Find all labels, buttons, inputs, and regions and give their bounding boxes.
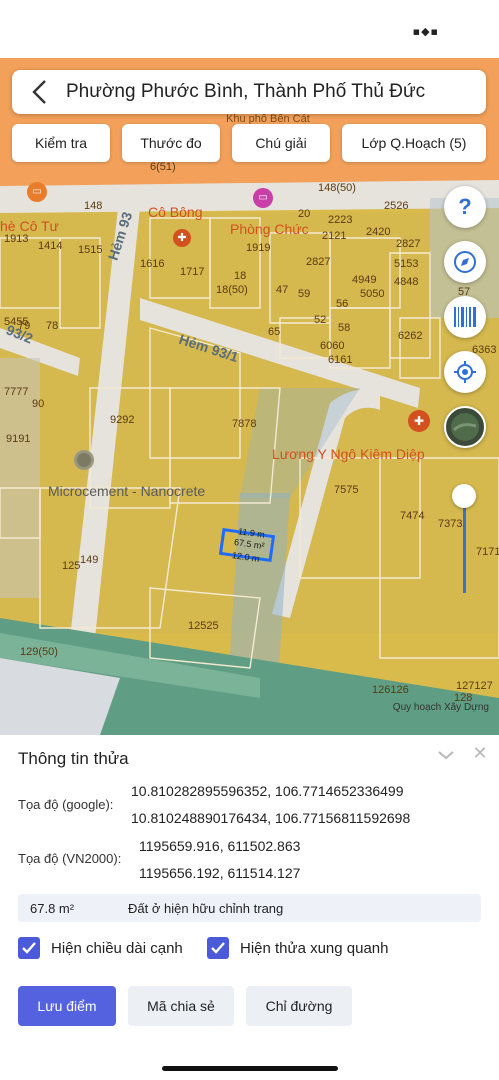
show-edge-length-checkbox[interactable]: [18, 937, 40, 959]
google-coords-2: 10.810248890176434, 106.77156811592698: [131, 810, 411, 826]
parcel-number: 129(50): [20, 646, 58, 658]
parcel-number: 7171: [476, 546, 499, 558]
parcel-number: 79: [18, 320, 31, 332]
parcel-number: 59: [298, 288, 311, 300]
parcel-number: 2223: [328, 214, 353, 226]
parcel-number: 9292: [110, 414, 135, 426]
parcel-number: 148(50): [318, 182, 356, 194]
close-icon[interactable]: ✕: [470, 743, 490, 763]
parcel-number: 90: [32, 398, 45, 410]
vn2000-coords-2: 1195656.192, 611514.127: [139, 865, 301, 881]
building-pin-icon[interactable]: ▭: [253, 188, 273, 208]
parcel-number: 125: [62, 560, 81, 572]
show-neighbors-label: Hiện thửa xung quanh: [240, 940, 389, 957]
show-edge-length-label: Hiện chiều dài cạnh: [51, 940, 183, 957]
poi-phong-chuc[interactable]: Phòng Chức: [230, 221, 309, 237]
locate-icon[interactable]: [444, 351, 486, 393]
parcel-number: 1414: [38, 240, 63, 252]
status-icons: ▪◆▪: [412, 25, 439, 38]
location-title: Phường Phước Bình, Thành Phố Thủ Đức: [66, 81, 426, 102]
parcel-number: 1913: [4, 233, 29, 245]
parcel-number: 52: [314, 314, 327, 326]
parcel-number: 65: [268, 326, 281, 338]
parcel-number: 2827: [396, 238, 421, 250]
chevron-down-icon[interactable]: [436, 745, 456, 765]
parcel-number: 7474: [400, 510, 425, 522]
parcel-number: 18(50): [216, 284, 248, 296]
plot-area: 67.8 m²: [30, 901, 75, 916]
help-icon[interactable]: ?: [444, 186, 486, 228]
parcel-number: 58: [338, 322, 351, 334]
parcel-number: 56: [336, 298, 349, 310]
place-pin-icon[interactable]: [74, 450, 94, 470]
parcel-number: 7575: [334, 484, 359, 496]
status-bar: ▪◆▪: [0, 0, 499, 58]
measure-button[interactable]: Thước đo: [122, 124, 220, 162]
show-neighbors-checkbox[interactable]: [207, 937, 229, 959]
parcel-number: 126126: [372, 684, 409, 696]
panel-title: Thông tin thửa: [18, 749, 129, 768]
parcel-number: 6262: [398, 330, 423, 342]
parcel-number: 9191: [6, 433, 31, 445]
pharmacy-pin-icon[interactable]: ✚: [408, 410, 430, 432]
tool-row: Kiểm tra Thước đo Chú giải Lớp Q.Hoạch (…: [0, 124, 499, 162]
land-use-type: Đất ở hiện hữu chỉnh trang: [128, 901, 284, 916]
poi-luong-y[interactable]: Lương Y Ngô Kiêm Diệp: [272, 446, 425, 462]
parcel-number: 1919: [246, 242, 271, 254]
parcel-number: 7777: [4, 386, 29, 398]
area-row: 67.8 m² Đất ở hiện hữu chỉnh trang: [18, 894, 481, 922]
parcel-number: 1616: [140, 258, 165, 270]
parcel-number: 1515: [78, 244, 103, 256]
parcel-number: 6(51): [150, 161, 176, 173]
parcel-number: 2827: [306, 256, 331, 268]
vn2000-coords-label: Tọa độ (VN2000):: [18, 851, 122, 866]
parcel-number: 4949: [352, 274, 377, 286]
plot-info-panel: Thông tin thửa ✕ Tọa độ (google): 10.810…: [0, 735, 499, 1080]
parcel-number: 7373: [438, 518, 463, 530]
map-watermark: Quy hoạch Xây Dựng: [392, 702, 489, 713]
parcel-number: 2121: [322, 230, 347, 242]
parcel-number: 148: [84, 200, 103, 212]
location-header[interactable]: Phường Phước Bình, Thành Phố Thủ Đức: [12, 70, 486, 114]
compass-icon[interactable]: [444, 241, 486, 283]
legend-button[interactable]: Chú giải: [232, 124, 330, 162]
poi-microcement[interactable]: Microcement - Nanocrete: [48, 483, 205, 499]
parcel-number: 5153: [394, 258, 419, 270]
parcel-number: 78: [46, 320, 59, 332]
share-code-button[interactable]: Mã chia sẻ: [128, 986, 234, 1026]
directions-button[interactable]: Chỉ đường: [246, 986, 352, 1026]
save-point-button[interactable]: Lưu điểm: [18, 986, 116, 1026]
vn2000-coords-1: 1195659.916, 611502.863: [139, 838, 301, 854]
zoom-slider-handle[interactable]: [452, 484, 476, 508]
parcel-number: 7878: [232, 418, 257, 430]
home-indicator[interactable]: [162, 1066, 338, 1071]
parcel-number: 4848: [394, 276, 419, 288]
google-coords-1: 10.810282895596352, 106.7714652336499: [131, 783, 404, 799]
parcel-number: 2526: [384, 200, 409, 212]
poi-co-tu[interactable]: hè Cô Tư: [0, 218, 59, 234]
parcel-number: 6161: [328, 354, 353, 366]
satellite-icon[interactable]: [444, 406, 486, 448]
google-coords-label: Tọa độ (google):: [18, 797, 114, 812]
parcel-number: 149: [80, 554, 99, 566]
poi-co-bong[interactable]: Cô Bông: [148, 204, 202, 220]
parcel-number: 12525: [188, 620, 219, 632]
planning-layer-button[interactable]: Lớp Q.Hoạch (5): [342, 124, 486, 162]
parcel-number: 2420: [366, 226, 391, 238]
parcel-number: 47: [276, 284, 289, 296]
check-button[interactable]: Kiểm tra: [12, 124, 110, 162]
parcel-number: 18: [234, 270, 247, 282]
food-pin-icon[interactable]: ▭: [27, 182, 47, 202]
parcel-number: 127127: [456, 680, 493, 692]
parcel-number: 20: [298, 208, 311, 220]
zoom-slider-track[interactable]: [463, 503, 466, 593]
hospital-pin-icon[interactable]: ✚: [173, 229, 191, 247]
chevron-left-icon[interactable]: [26, 77, 52, 107]
parcel-number: 1717: [180, 266, 205, 278]
parcel-number: 6060: [320, 340, 345, 352]
barcode-icon[interactable]: [444, 296, 486, 338]
parcel-number: 5050: [360, 288, 385, 300]
